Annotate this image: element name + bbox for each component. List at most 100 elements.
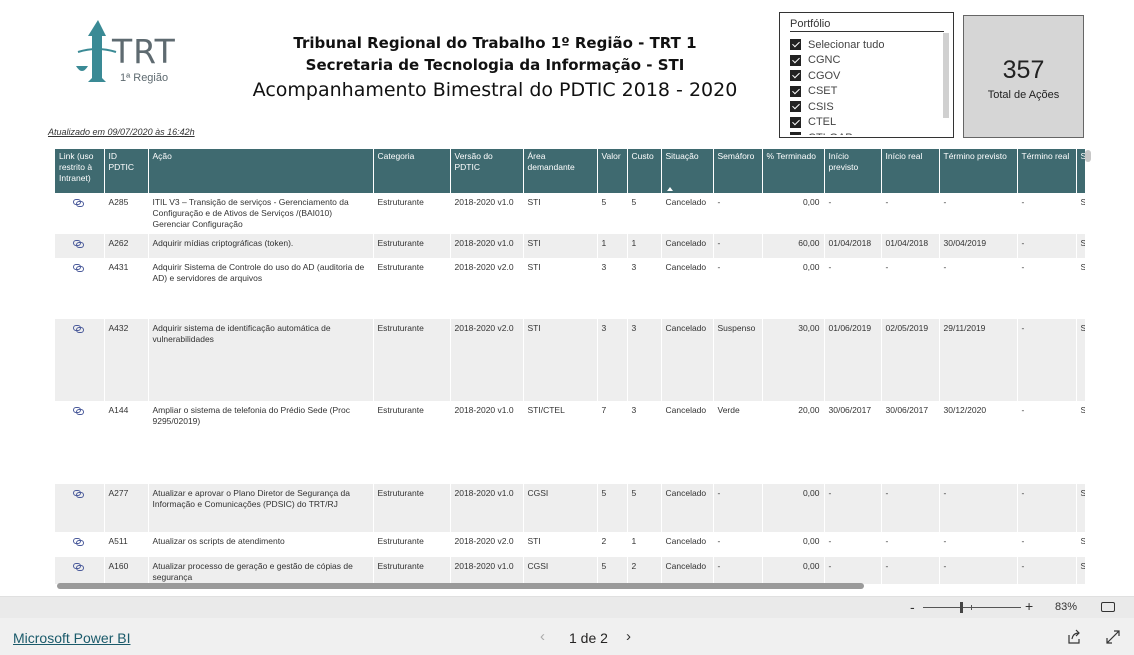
table-cell-categoria: Estruturante	[373, 557, 451, 584]
slicer-item-label: CGNC	[808, 54, 841, 67]
column-header[interactable]: Situação	[661, 149, 714, 193]
table-row[interactable]: A511 Atualizar os scripts de atendimento E…	[55, 532, 1085, 557]
checkbox-icon[interactable]	[790, 39, 801, 51]
table-vertical-scrollbar[interactable]	[1085, 150, 1091, 162]
portfolio-slicer[interactable]: Portfólio Selecionar tudo CGNC CGOV CSET CSI…	[779, 12, 954, 138]
table-row[interactable]: A432 Adquirir sistema de identificação au…	[55, 319, 1085, 401]
slicer-list[interactable]: Selecionar tudo CGNC CGOV CSET CSIS CTEL CTI-G…	[790, 37, 940, 135]
table-cell-pct: 0,00	[762, 193, 825, 234]
table-cell-term_real: -	[1017, 258, 1077, 319]
table-cell-ini_real: 30/06/2017	[881, 401, 940, 484]
link-cell[interactable]	[55, 319, 105, 401]
zoom-out-button[interactable]: -	[910, 599, 915, 615]
table-row[interactable]: A277 Atualizar e aprovar o Plano Diretor …	[55, 484, 1085, 532]
table-horizontal-scrollbar[interactable]	[57, 583, 864, 589]
link-icon[interactable]	[73, 325, 84, 333]
table-row[interactable]: A160 Atualizar processo de geração e gest…	[55, 557, 1085, 584]
actions-table[interactable]: Link (uso restrito à Intranet) ID PDTIC Aç…	[55, 149, 1085, 584]
slicer-item-label: Selecionar tudo	[808, 38, 885, 51]
slicer-item[interactable]: Selecionar tudo	[790, 37, 940, 53]
table-cell-extra: S	[1076, 319, 1085, 401]
checkbox-icon[interactable]	[790, 54, 801, 66]
title-secretaria: Secretaria de Tecnologia da Informação -…	[305, 56, 685, 74]
previous-page-button[interactable]: ‹	[540, 628, 545, 645]
column-header[interactable]: Término real	[1017, 149, 1077, 193]
table-cell-term_prev: -	[939, 193, 1018, 234]
table-cell-area: STI/CTEL	[523, 401, 598, 484]
link-icon[interactable]	[73, 264, 84, 272]
table-cell-term_prev: -	[939, 532, 1018, 557]
logo-subtitle: 1ª Região	[120, 72, 169, 84]
table-cell-acao: Adquirir sistema de identificação automá…	[148, 319, 374, 401]
table-row[interactable]: A431 Adquirir Sistema de Controle do uso …	[55, 258, 1085, 319]
column-header[interactable]: Versão do PDTIC	[450, 149, 524, 193]
link-cell[interactable]	[55, 258, 105, 319]
table-cell-acao: Atualizar os scripts de atendimento	[148, 532, 374, 557]
zoom-slider-track[interactable]	[923, 607, 1021, 608]
fit-to-page-icon[interactable]	[1101, 602, 1115, 612]
table-cell-acao: Atualizar processo de geração e gestão d…	[148, 557, 374, 584]
table-cell-custo: 3	[627, 319, 662, 401]
link-cell[interactable]	[55, 401, 105, 484]
link-icon[interactable]	[73, 240, 84, 248]
table-cell-semaforo: -	[713, 193, 763, 234]
table-cell-area: STI	[523, 258, 598, 319]
page-indicator: 1 de 2	[569, 630, 608, 646]
column-header[interactable]: Início real	[881, 149, 940, 193]
column-header[interactable]: Início previsto	[824, 149, 882, 193]
link-cell[interactable]	[55, 532, 105, 557]
table-row[interactable]: A285 ITIL V3 – Transição de serviços - Ge…	[55, 193, 1085, 234]
zoom-slider-thumb[interactable]	[960, 602, 963, 613]
zoom-bar: - + 83%	[0, 596, 1134, 618]
link-cell[interactable]	[55, 484, 105, 532]
column-header[interactable]: Custo	[627, 149, 662, 193]
table-cell-categoria: Estruturante	[373, 484, 451, 532]
column-header[interactable]: Semáforo	[713, 149, 763, 193]
column-header[interactable]: Valor	[597, 149, 628, 193]
slicer-item[interactable]: CTEL	[790, 115, 940, 131]
link-icon[interactable]	[73, 199, 84, 207]
checkbox-icon[interactable]	[790, 101, 801, 113]
link-icon[interactable]	[73, 538, 84, 546]
link-cell[interactable]	[55, 193, 105, 234]
slicer-item[interactable]: CTI-GAP	[790, 130, 940, 135]
table-row[interactable]: A262 Adquirir mídias criptográficas (toke…	[55, 234, 1085, 258]
slicer-item[interactable]: CSET	[790, 84, 940, 100]
table-cell-versao: 2018-2020 v1.0	[450, 401, 524, 484]
table-cell-valor: 5	[597, 484, 628, 532]
column-header[interactable]: % Terminado	[762, 149, 825, 193]
table-cell-ini_prev: -	[824, 532, 882, 557]
table-cell-categoria: Estruturante	[373, 532, 451, 557]
checkbox-icon[interactable]	[790, 85, 801, 97]
column-header[interactable]: ID PDTIC	[104, 149, 149, 193]
table-cell-extra: S	[1076, 258, 1085, 319]
table-row[interactable]: A144 Ampliar o sistema de telefonia do Pr…	[55, 401, 1085, 484]
slicer-scrollbar[interactable]	[943, 33, 949, 118]
power-bi-link[interactable]: Microsoft Power BI	[13, 630, 130, 646]
table-cell-situacao: Cancelado	[661, 319, 714, 401]
column-header[interactable]: Área demandante	[523, 149, 598, 193]
fullscreen-icon[interactable]	[1105, 629, 1121, 645]
zoom-in-button[interactable]: +	[1025, 598, 1033, 614]
link-cell[interactable]	[55, 557, 105, 584]
link-cell[interactable]	[55, 234, 105, 258]
slicer-item-label: CTEL	[808, 116, 837, 129]
link-icon[interactable]	[73, 490, 84, 498]
column-header[interactable]: S	[1076, 149, 1085, 193]
slicer-item[interactable]: CGOV	[790, 68, 940, 84]
column-header[interactable]: Término previsto	[939, 149, 1018, 193]
link-icon[interactable]	[73, 407, 84, 415]
link-icon[interactable]	[73, 563, 84, 571]
checkbox-icon[interactable]	[790, 132, 801, 135]
checkbox-icon[interactable]	[790, 70, 801, 82]
checkbox-icon[interactable]	[790, 116, 801, 128]
slicer-item[interactable]: CSIS	[790, 99, 940, 115]
column-header[interactable]: Ação	[148, 149, 374, 193]
column-header[interactable]: Categoria	[373, 149, 451, 193]
share-icon[interactable]	[1066, 629, 1082, 645]
table-cell-pct: 30,00	[762, 319, 825, 401]
table-cell-term_real: -	[1017, 401, 1077, 484]
slicer-item[interactable]: CGNC	[790, 53, 940, 69]
next-page-button[interactable]: ›	[626, 628, 631, 645]
column-header[interactable]: Link (uso restrito à Intranet)	[55, 149, 105, 193]
